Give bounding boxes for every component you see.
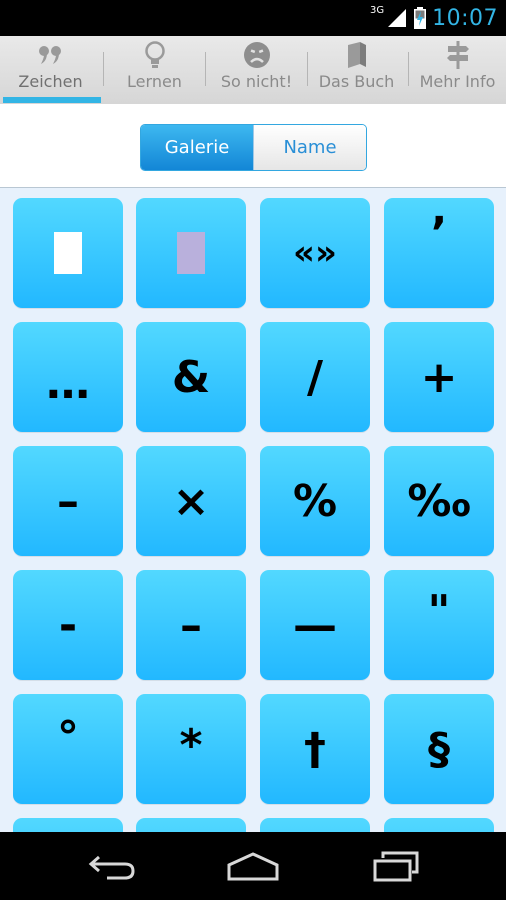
symbol-tile[interactable] <box>260 818 370 832</box>
symbol-tile[interactable]: … <box>13 322 123 432</box>
symbol-grid: «» ’ … & / + – × % ‰ - – — " ° * † § <box>0 188 506 832</box>
symbol-tile[interactable]: / <box>260 322 370 432</box>
symbol-glyph: + <box>420 351 458 403</box>
gallery-toggle-button[interactable]: Galerie <box>141 125 253 170</box>
symbol-tile[interactable] <box>136 818 246 832</box>
status-bar: 3G 10:07 <box>0 0 506 36</box>
home-button[interactable] <box>223 846 283 886</box>
symbol-glyph: × <box>172 475 210 527</box>
symbol-glyph: ° <box>57 711 79 763</box>
symbol-tile[interactable]: – <box>136 570 246 680</box>
symbol-tile[interactable]: «» <box>260 198 370 308</box>
white-block-symbol <box>54 232 82 274</box>
symbol-glyph: ‰ <box>407 475 471 527</box>
symbol-tile[interactable]: ° <box>13 694 123 804</box>
symbol-glyph: † <box>304 723 326 775</box>
tab-label: Lernen <box>127 72 182 91</box>
symbol-tile[interactable] <box>13 198 123 308</box>
view-toggle-area: Galerie Name <box>0 104 506 188</box>
symbol-glyph: – <box>180 599 202 651</box>
tab-bar: Zeichen Lernen So nicht! Das Buch Mehr I… <box>0 36 506 105</box>
signal-icon <box>388 9 407 27</box>
symbol-glyph: «» <box>293 233 337 273</box>
book-icon <box>342 41 372 69</box>
tab-mehr-info[interactable]: Mehr Info <box>407 36 506 104</box>
navigation-bar <box>0 832 506 900</box>
lavender-block-symbol <box>177 232 205 274</box>
symbol-tile[interactable]: † <box>260 694 370 804</box>
symbol-tile[interactable]: — <box>260 570 370 680</box>
tab-so-nicht[interactable]: So nicht! <box>206 36 307 104</box>
recent-apps-icon <box>373 851 419 882</box>
symbol-tile[interactable]: ‰ <box>384 446 494 556</box>
battery-charging-icon <box>414 7 427 29</box>
symbol-glyph: & <box>171 351 211 403</box>
name-toggle-button[interactable]: Name <box>253 125 366 170</box>
quote-icon <box>36 41 66 69</box>
tab-label: Zeichen <box>18 72 83 91</box>
signpost-icon <box>443 41 473 69</box>
symbol-tile[interactable]: * <box>136 694 246 804</box>
symbol-glyph: * <box>179 719 203 771</box>
home-icon <box>227 852 279 881</box>
tab-label: Das Buch <box>318 72 395 91</box>
symbol-glyph: / <box>306 351 324 403</box>
symbol-tile[interactable]: × <box>136 446 246 556</box>
back-icon <box>88 855 135 880</box>
symbol-tile[interactable] <box>384 818 494 832</box>
view-toggle: Galerie Name <box>140 124 367 171</box>
symbol-glyph: " <box>427 585 451 637</box>
symbol-tile[interactable]: & <box>136 322 246 432</box>
symbol-glyph: … <box>46 357 90 409</box>
symbol-glyph: - <box>58 599 78 651</box>
clock: 10:07 <box>432 5 498 31</box>
network-type: 3G <box>369 4 385 16</box>
tab-lernen[interactable]: Lernen <box>104 36 205 104</box>
frown-face-icon <box>242 41 272 69</box>
tab-das-buch[interactable]: Das Buch <box>306 36 407 104</box>
symbol-glyph: – <box>57 475 79 527</box>
symbol-tile[interactable]: – <box>13 446 123 556</box>
recent-apps-button[interactable] <box>366 846 426 886</box>
symbol-tile[interactable]: % <box>260 446 370 556</box>
symbol-glyph: — <box>293 599 337 651</box>
symbol-glyph: ’ <box>430 207 448 259</box>
symbol-tile[interactable] <box>13 818 123 832</box>
symbol-glyph: § <box>428 723 450 775</box>
symbol-tile[interactable]: ’ <box>384 198 494 308</box>
symbol-tile[interactable]: " <box>384 570 494 680</box>
symbol-tile[interactable]: - <box>13 570 123 680</box>
back-button[interactable] <box>82 846 142 886</box>
tab-label: Mehr Info <box>419 72 496 91</box>
selected-tab-indicator <box>3 97 101 103</box>
tab-label: So nicht! <box>220 72 293 91</box>
symbol-glyph: % <box>292 475 338 527</box>
tab-zeichen[interactable]: Zeichen <box>0 36 101 104</box>
symbol-tile[interactable]: § <box>384 694 494 804</box>
symbol-tile[interactable] <box>136 198 246 308</box>
lightbulb-icon <box>140 41 170 69</box>
symbol-tile[interactable]: + <box>384 322 494 432</box>
